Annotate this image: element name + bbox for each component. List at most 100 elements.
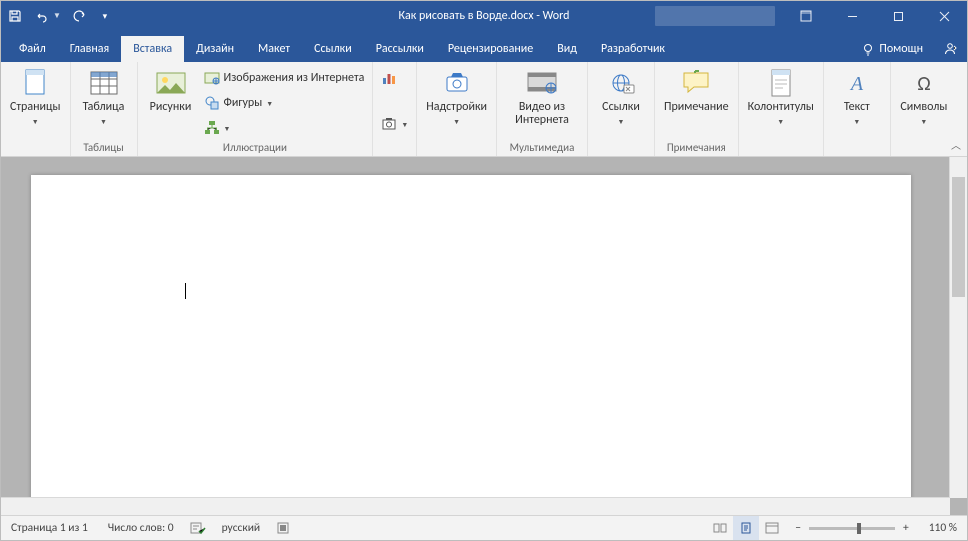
chart-icon bbox=[381, 70, 397, 86]
comment-icon bbox=[680, 67, 712, 99]
shapes-button[interactable]: Фигуры ▼ bbox=[200, 91, 369, 115]
ribbon-options-icon[interactable] bbox=[783, 1, 829, 31]
online-pictures-icon bbox=[204, 70, 220, 86]
scrollbar-thumb[interactable] bbox=[952, 177, 965, 297]
group-symbols: Ω Символы ▼ bbox=[891, 62, 957, 156]
headerfooter-button[interactable]: Колонтитулы ▼ bbox=[743, 64, 819, 128]
group-chart: ▼ bbox=[373, 62, 417, 156]
horizontal-scrollbar[interactable] bbox=[1, 497, 950, 515]
pictures-button[interactable]: Рисунки bbox=[142, 64, 200, 114]
dropdown-icon: ▼ bbox=[224, 124, 231, 133]
tab-developer[interactable]: Разработчик bbox=[589, 36, 677, 62]
picture-icon bbox=[155, 67, 187, 99]
addins-button[interactable]: Надстройки ▼ bbox=[421, 64, 492, 128]
group-headerfooter: Колонтитулы ▼ bbox=[739, 62, 824, 156]
ribbon-tabs: Файл Главная Вставка Дизайн Макет Ссылки… bbox=[1, 31, 967, 62]
table-icon bbox=[88, 67, 120, 99]
collapse-ribbon-icon[interactable]: ︿ bbox=[949, 135, 963, 154]
zoom-controls: − + bbox=[785, 521, 918, 535]
shapes-icon bbox=[204, 95, 220, 111]
links-button[interactable]: Ссылки ▼ bbox=[592, 64, 650, 128]
word-count[interactable]: Число слов: 0 bbox=[98, 516, 184, 540]
document-page[interactable] bbox=[31, 175, 911, 515]
comment-button[interactable]: Примечание bbox=[659, 64, 734, 114]
group-text: A Текст ▼ bbox=[824, 62, 891, 156]
print-layout-icon[interactable] bbox=[733, 516, 759, 540]
qat-customize-icon[interactable]: ▾ bbox=[97, 8, 113, 24]
pages-button[interactable]: Страницы ▼ bbox=[5, 64, 66, 128]
user-account-placeholder[interactable] bbox=[655, 6, 775, 26]
tell-me-label: Помощн bbox=[879, 42, 923, 56]
quick-access-toolbar: ▼ ▾ bbox=[1, 8, 119, 24]
chart-button[interactable] bbox=[377, 66, 412, 90]
group-addins: Надстройки ▼ bbox=[417, 62, 497, 156]
undo-dropdown-icon[interactable]: ▼ bbox=[53, 11, 61, 21]
title-bar: ▼ ▾ Как рисовать в Ворде.docx - Word bbox=[1, 1, 967, 31]
text-cursor bbox=[185, 283, 186, 299]
video-icon bbox=[526, 67, 558, 99]
zoom-level[interactable]: 110 % bbox=[919, 516, 967, 540]
tell-me-box[interactable]: Помощн bbox=[851, 36, 933, 62]
maximize-button[interactable] bbox=[875, 1, 921, 31]
tab-insert[interactable]: Вставка bbox=[121, 36, 184, 62]
dropdown-icon: ▼ bbox=[920, 115, 927, 128]
zoom-in-button[interactable]: + bbox=[899, 521, 913, 535]
smartart-icon bbox=[204, 120, 220, 136]
online-pictures-button[interactable]: Изображения из Интернета bbox=[200, 66, 369, 90]
share-button[interactable] bbox=[933, 36, 967, 62]
minimize-button[interactable] bbox=[829, 1, 875, 31]
screenshot-icon bbox=[381, 116, 397, 132]
tab-layout[interactable]: Макет bbox=[246, 36, 302, 62]
tab-mailings[interactable]: Рассылки bbox=[364, 36, 436, 62]
window-controls bbox=[655, 1, 967, 31]
tab-home[interactable]: Главная bbox=[58, 36, 121, 62]
group-illustrations: Рисунки Изображения из Интернета Фигуры … bbox=[138, 62, 374, 156]
group-media-label: Мультимедиа bbox=[501, 140, 583, 156]
dropdown-icon: ▼ bbox=[618, 115, 625, 128]
symbols-label: Символы bbox=[900, 101, 947, 114]
group-tables-label: Таблицы bbox=[75, 140, 133, 156]
macro-icon[interactable] bbox=[270, 516, 296, 540]
tab-review[interactable]: Рецензирование bbox=[436, 36, 545, 62]
language-indicator[interactable]: русский bbox=[212, 516, 271, 540]
headerfooter-label: Колонтитулы bbox=[748, 101, 814, 114]
table-button[interactable]: Таблица ▼ bbox=[75, 64, 133, 128]
smartart-button[interactable]: ▼ bbox=[200, 116, 369, 140]
close-button[interactable] bbox=[921, 1, 967, 31]
dropdown-icon: ▼ bbox=[777, 115, 784, 128]
ribbon: Страницы ▼ Таблица ▼ Таблицы Рисунки bbox=[1, 62, 967, 157]
redo-icon[interactable] bbox=[71, 8, 87, 24]
tab-file[interactable]: Файл bbox=[7, 36, 58, 62]
group-illustrations-label: Иллюстрации bbox=[142, 140, 369, 156]
web-layout-icon[interactable] bbox=[759, 516, 785, 540]
vertical-scrollbar[interactable] bbox=[949, 157, 967, 498]
page-indicator[interactable]: Страница 1 из 1 bbox=[1, 516, 98, 540]
pictures-label: Рисунки bbox=[150, 101, 192, 114]
online-video-button[interactable]: Видео из Интернета bbox=[501, 64, 583, 127]
group-tables: Таблица ▼ Таблицы bbox=[71, 62, 138, 156]
status-bar: Страница 1 из 1 Число слов: 0 русский − … bbox=[1, 515, 967, 540]
zoom-slider[interactable] bbox=[809, 527, 895, 530]
text-button[interactable]: A Текст ▼ bbox=[828, 64, 886, 128]
tab-design[interactable]: Дизайн bbox=[184, 36, 246, 62]
lightbulb-icon bbox=[861, 42, 875, 56]
symbols-button[interactable]: Ω Символы ▼ bbox=[895, 64, 953, 128]
read-mode-icon[interactable] bbox=[707, 516, 733, 540]
links-label: Ссылки bbox=[602, 101, 640, 114]
tab-view[interactable]: Вид bbox=[545, 36, 589, 62]
spellcheck-icon[interactable] bbox=[184, 516, 212, 540]
undo-icon[interactable] bbox=[33, 8, 49, 24]
zoom-out-button[interactable]: − bbox=[791, 521, 805, 535]
tab-references[interactable]: Ссылки bbox=[302, 36, 364, 62]
zoom-slider-thumb[interactable] bbox=[857, 523, 861, 534]
save-icon[interactable] bbox=[7, 8, 23, 24]
dropdown-icon: ▼ bbox=[853, 115, 860, 128]
svg-text:Ω: Ω bbox=[917, 72, 930, 96]
online-video-label: Видео из Интернета bbox=[506, 101, 578, 127]
headerfooter-icon bbox=[765, 67, 797, 99]
screenshot-button[interactable]: ▼ bbox=[377, 112, 412, 136]
comment-label: Примечание bbox=[664, 101, 729, 114]
addins-icon bbox=[441, 67, 473, 99]
group-comments-label: Примечания bbox=[659, 140, 734, 156]
text-icon: A bbox=[841, 67, 873, 99]
